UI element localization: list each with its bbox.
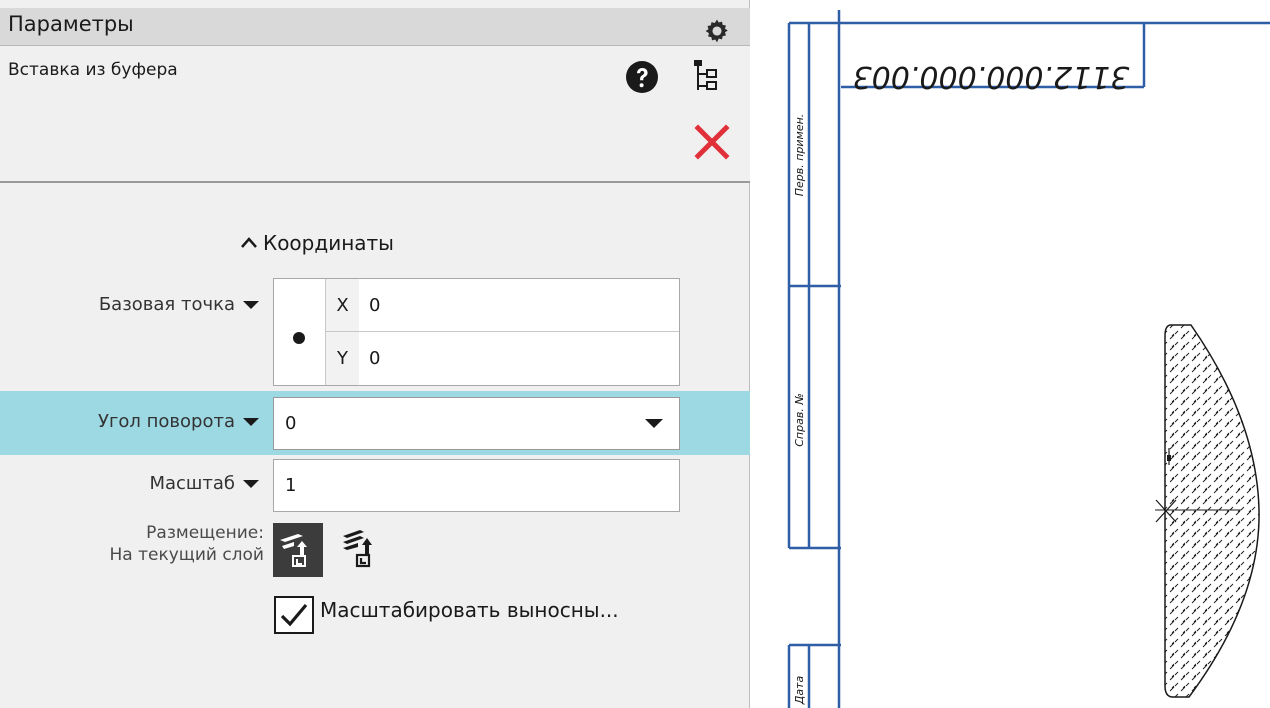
checkmark-icon xyxy=(280,603,308,627)
tree-icon[interactable] xyxy=(692,58,718,94)
dropdown-arrow-icon xyxy=(645,419,663,428)
chevron-up-icon xyxy=(241,237,257,248)
scale-label-text: Масштаб xyxy=(149,473,235,494)
section-title: Координаты xyxy=(263,231,394,255)
hatched-part[interactable] xyxy=(1155,324,1260,698)
scale-input[interactable]: 1 xyxy=(273,459,680,512)
caret-down-icon xyxy=(243,300,259,309)
command-title: Вставка из буфера xyxy=(8,60,178,80)
rotation-label[interactable]: Угол поворота xyxy=(98,411,259,432)
x-axis-label: X xyxy=(326,279,359,332)
new-layer-icon[interactable] xyxy=(340,526,384,574)
command-header: Вставка из буфера xyxy=(0,46,750,183)
placement-label-text: Размещение: xyxy=(146,523,264,543)
drawing-designation: 3112.000.000.003 xyxy=(853,59,1130,94)
parameters-panel: Параметры Вставка из буфера Координаты Б… xyxy=(0,0,750,708)
placement-label: Размещение: На текущий слой xyxy=(110,522,264,566)
x-coordinate-input[interactable]: 0 xyxy=(359,279,679,332)
gear-icon[interactable] xyxy=(704,18,730,44)
side-label-reference: Справ. № xyxy=(793,393,806,447)
y-axis-label: Y xyxy=(326,332,359,385)
panel-title: Параметры xyxy=(8,12,134,36)
rotation-label-text: Угол поворота xyxy=(97,411,235,432)
close-icon[interactable] xyxy=(694,124,730,160)
base-point-label-text: Базовая точка xyxy=(98,294,235,315)
caret-down-icon xyxy=(243,417,259,426)
base-point-field: X 0 Y 0 xyxy=(273,278,680,386)
point-icon xyxy=(293,332,305,344)
section-coordinates-toggle[interactable]: Координаты xyxy=(241,228,394,258)
caret-down-icon xyxy=(243,479,259,488)
scale-leaders-label[interactable]: Масштабировать выносны... xyxy=(320,598,619,622)
rotation-value: 0 xyxy=(285,413,297,434)
side-label-first-use: Перв. примен. xyxy=(793,114,806,197)
side-label-date: Дата xyxy=(793,676,806,706)
y-coordinate-input[interactable]: 0 xyxy=(359,332,679,385)
rotation-select[interactable]: 0 xyxy=(273,397,680,450)
panel-header: Параметры xyxy=(0,8,750,46)
current-layer-icon[interactable] xyxy=(273,523,323,577)
scale-leaders-checkbox[interactable] xyxy=(274,596,314,634)
drawing-canvas[interactable]: 3112.000.000.003 Перв. примен. Справ. № … xyxy=(751,0,1270,708)
placement-value: На текущий слой xyxy=(109,545,264,565)
base-point-picker[interactable] xyxy=(274,279,326,385)
base-point-label[interactable]: Базовая точка xyxy=(99,294,259,315)
help-icon[interactable] xyxy=(625,60,659,94)
scale-label[interactable]: Масштаб xyxy=(149,473,259,494)
drawing-sheet: 3112.000.000.003 Перв. примен. Справ. № … xyxy=(787,10,1270,708)
